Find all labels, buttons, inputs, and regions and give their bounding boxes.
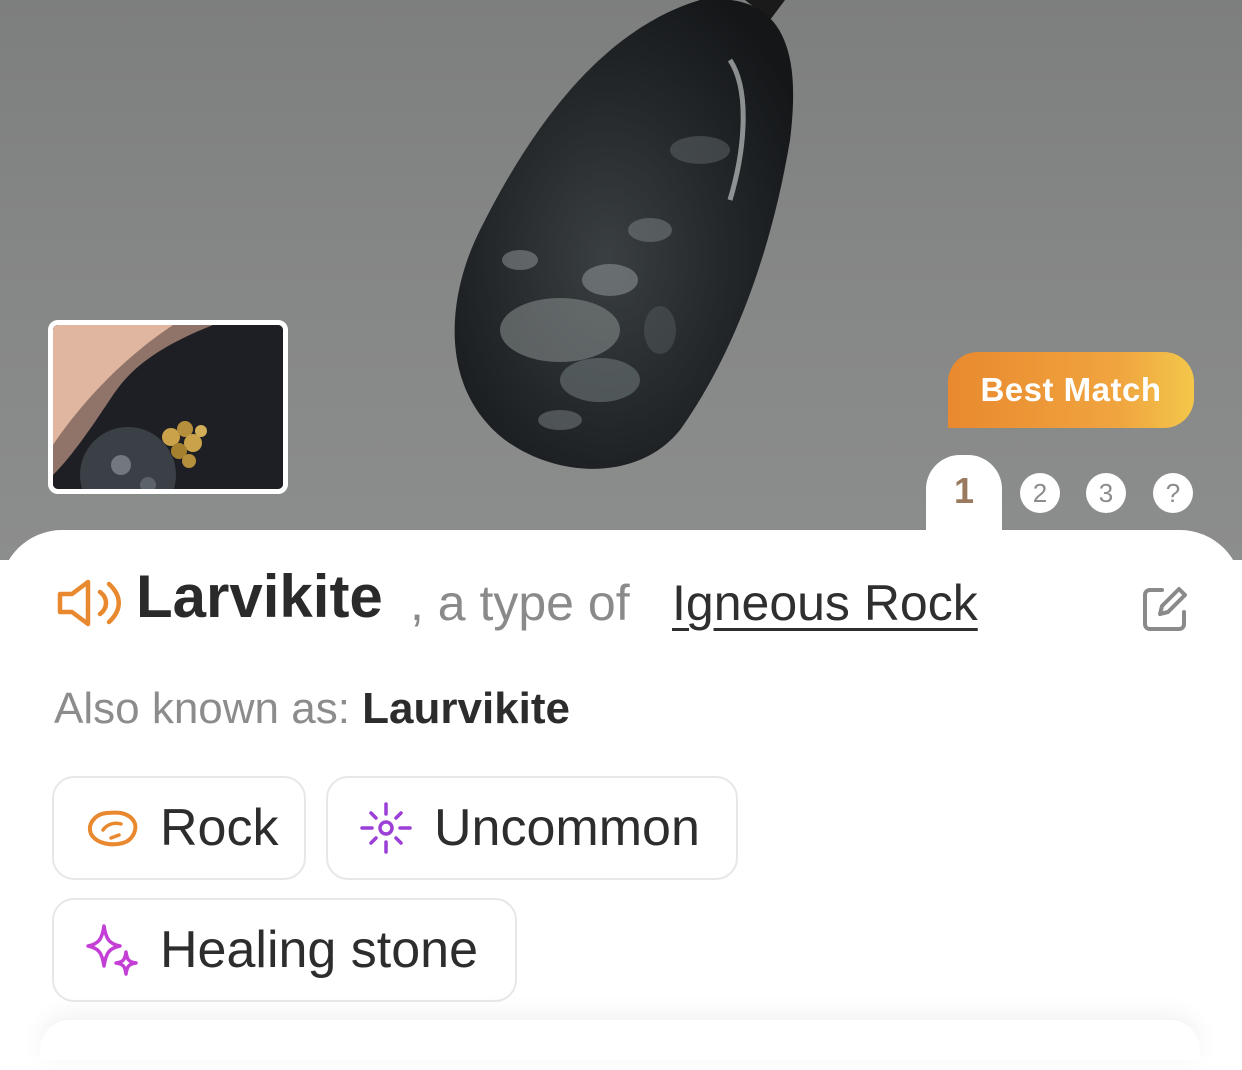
rock-icon xyxy=(84,800,140,856)
tag-label: Rock xyxy=(160,799,279,857)
tag-healing-stone[interactable]: Healing stone xyxy=(52,898,517,1002)
pager-item-help[interactable]: ? xyxy=(1153,473,1193,513)
tag-label: Uncommon xyxy=(434,799,700,857)
speaker-icon[interactable] xyxy=(54,578,122,633)
best-match-badge: Best Match xyxy=(948,352,1194,428)
photo-thumbnail[interactable] xyxy=(48,320,288,494)
tag-uncommon[interactable]: Uncommon xyxy=(326,776,738,880)
tag-label: Healing stone xyxy=(160,921,478,979)
result-name: Larvikite xyxy=(136,563,383,630)
sparkles-icon xyxy=(84,922,140,978)
sparkle-burst-icon xyxy=(358,800,414,856)
pager-item-3[interactable]: 3 xyxy=(1086,473,1126,513)
category-link[interactable]: Igneous Rock xyxy=(672,574,978,632)
also-known-as: Also known as: Laurvikite xyxy=(54,684,570,734)
tag-rock[interactable]: Rock xyxy=(52,776,306,880)
pager-item-2[interactable]: 2 xyxy=(1020,473,1060,513)
specimen-photo[interactable]: Best Match xyxy=(0,0,1242,560)
thumbnail-image xyxy=(53,325,283,489)
aka-value: Laurvikite xyxy=(362,684,571,733)
edit-icon[interactable] xyxy=(1140,584,1190,639)
type-prefix: , a type of xyxy=(410,575,630,631)
next-section-edge xyxy=(40,1020,1200,1060)
pager-item-1[interactable]: 1 xyxy=(926,470,1002,512)
aka-label: Also known as: xyxy=(54,684,363,733)
